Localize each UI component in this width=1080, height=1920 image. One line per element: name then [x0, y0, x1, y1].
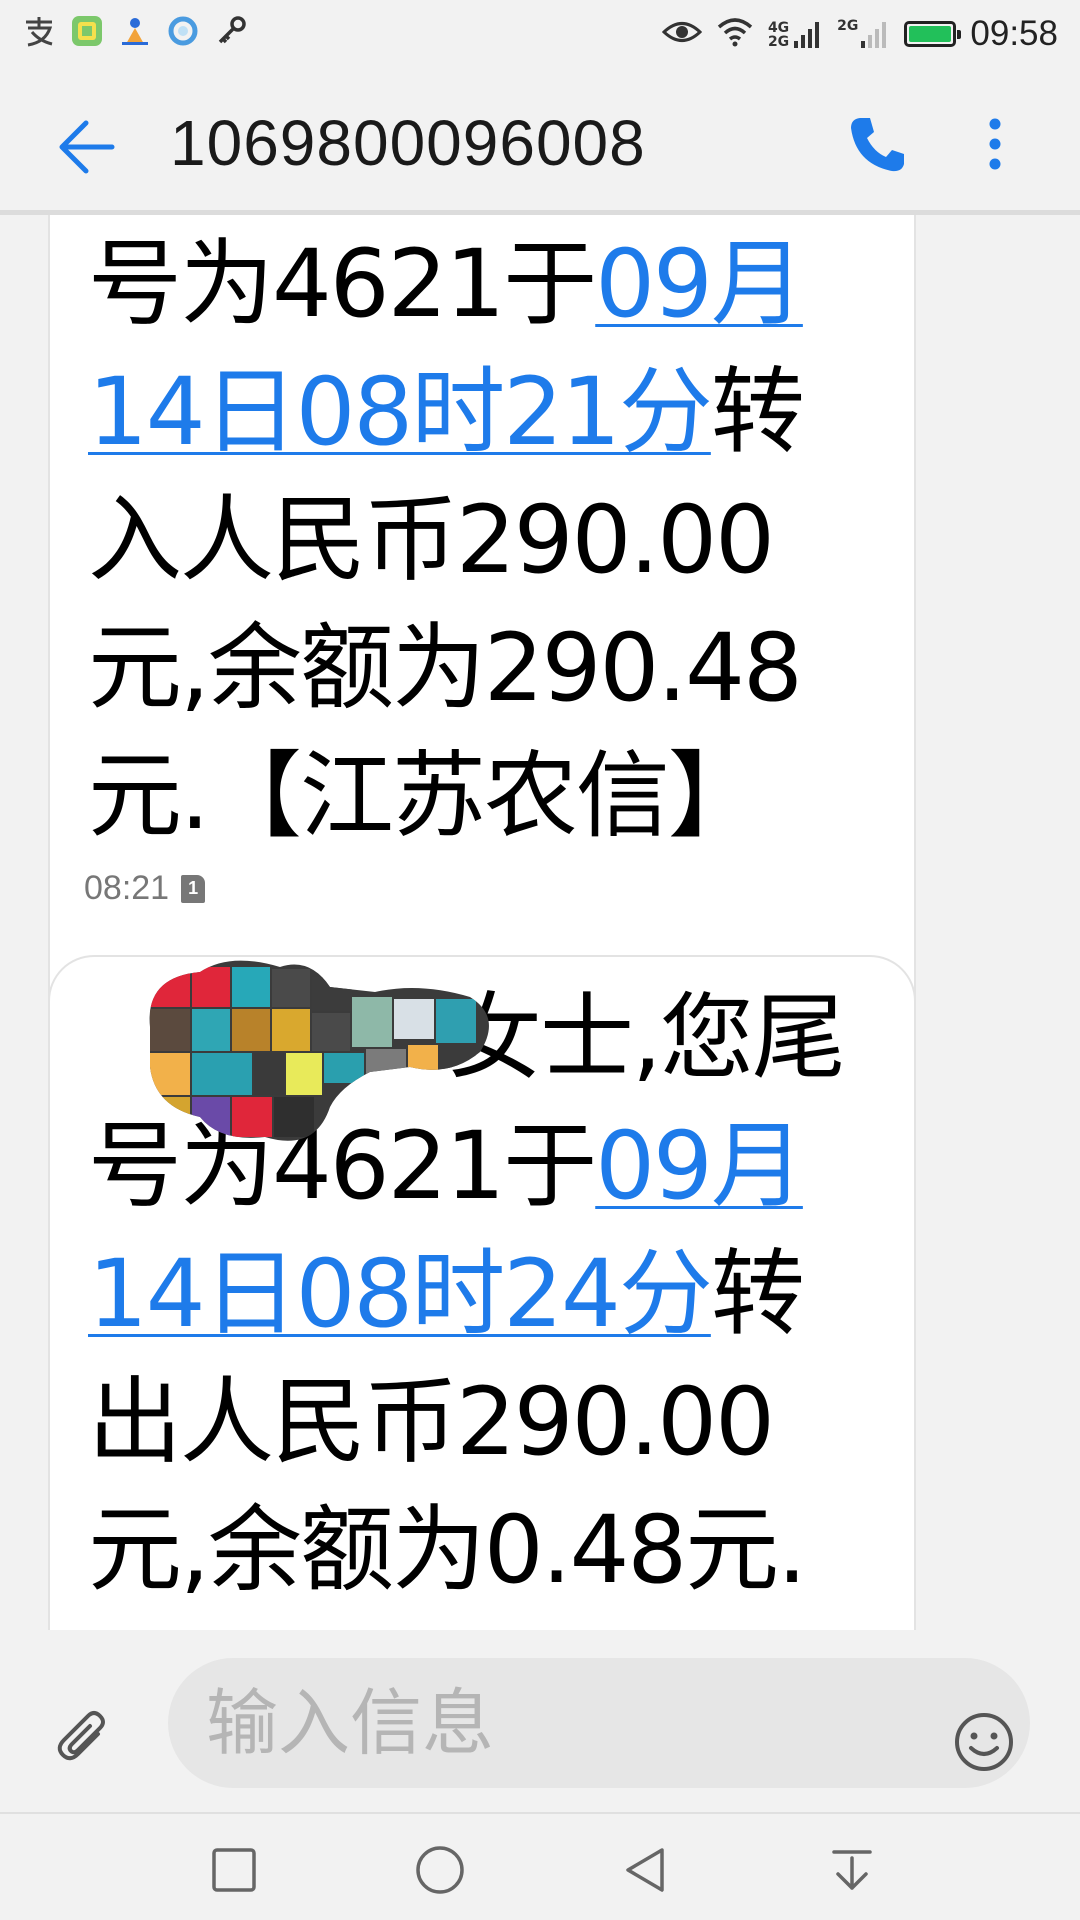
- message-line: 14日08时21分转: [88, 349, 854, 477]
- recents-square-icon[interactable]: [206, 1842, 262, 1898]
- message-timestamp: 08:21 1: [84, 869, 206, 908]
- status-bar: 4G 2G 2G 09:58: [0, 0, 1080, 76]
- phone-icon[interactable]: [846, 112, 910, 176]
- message-text: 入人民币290.00: [88, 486, 775, 595]
- more-options-icon[interactable]: [980, 112, 1010, 176]
- message-list[interactable]: 占 号为4621于09月 14日08时21分转 入人民币290.00 元,余额为…: [0, 215, 1080, 1630]
- message-text: 元,余额为290.48: [88, 614, 803, 723]
- message-text: 转: [710, 358, 805, 467]
- date-link[interactable]: 09月: [595, 230, 805, 339]
- back-triangle-icon[interactable]: [618, 1842, 674, 1898]
- signal-sim2: 2G: [837, 19, 890, 49]
- message-line: 入人民币290.00: [88, 477, 854, 605]
- message-text: 出人民币290.00: [88, 1368, 775, 1477]
- message-text: 元,余额为0.48元.: [88, 1496, 807, 1605]
- message-line: 元,余额为0.48元.: [88, 1487, 854, 1615]
- message-bubble[interactable]: 占 号为4621于09月 14日08时21分转 入人民币290.00 元,余额为…: [48, 215, 916, 1067]
- net-label-2: 2G: [767, 34, 790, 50]
- eye-comfort-icon: [661, 17, 703, 51]
- compose-bar: [0, 1630, 1080, 1812]
- attachment-icon[interactable]: [52, 1706, 116, 1770]
- sim-card-icon: 1: [181, 874, 206, 903]
- timestamp-text: 08:21: [84, 869, 170, 907]
- system-icons: 4G 2G 2G 09:58: [661, 14, 1058, 54]
- signal-sim1: 4G 2G: [768, 19, 823, 49]
- page-title: 1069800096008: [170, 107, 646, 179]
- message-line: 14日08时24分转: [88, 1231, 854, 1359]
- emoji-icon[interactable]: [952, 1710, 1016, 1774]
- message-line: 出人民币290.00: [88, 1359, 854, 1487]
- app-circle-icon: [166, 14, 200, 48]
- message-input[interactable]: [168, 1658, 1030, 1788]
- date-link[interactable]: 14日08时24分: [88, 1240, 713, 1349]
- battery-fill: [909, 26, 951, 42]
- app-green-icon: [70, 14, 104, 48]
- back-arrow-icon[interactable]: [50, 112, 120, 182]
- net-label-3: 2G: [837, 18, 859, 34]
- message-text: 号为4621于: [88, 230, 597, 339]
- alipay-icon: [22, 14, 56, 48]
- message-text: 女士,您尾: [448, 984, 846, 1093]
- notification-icons: [22, 14, 248, 48]
- app-blue-icon: [118, 14, 152, 48]
- app-bar: 1069800096008: [0, 76, 1080, 215]
- message-text: 元.【江苏农信】: [88, 742, 762, 851]
- redaction-mosaic: [149, 960, 489, 1141]
- notification-pulldown-icon[interactable]: [824, 1842, 880, 1898]
- wifi-icon: [716, 17, 754, 51]
- message-bubble[interactable]: 女士,您尾 号为4621于09月 14日08时24分转 出人民币290.00 元…: [48, 955, 916, 1630]
- date-link[interactable]: 09月: [595, 1112, 805, 1221]
- date-link[interactable]: 14日08时21分: [88, 358, 713, 467]
- message-line: 元,余额为290.48: [88, 605, 854, 733]
- message-text: 转: [710, 1240, 805, 1349]
- message-line: 号为4621于09月: [88, 221, 854, 349]
- key-icon: [214, 14, 248, 48]
- battery-icon: [904, 21, 962, 47]
- message-line: 元.【江苏农信】: [88, 733, 854, 861]
- home-circle-icon[interactable]: [412, 1842, 468, 1898]
- clock: 09:58: [970, 14, 1058, 53]
- navigation-bar: [0, 1812, 1080, 1920]
